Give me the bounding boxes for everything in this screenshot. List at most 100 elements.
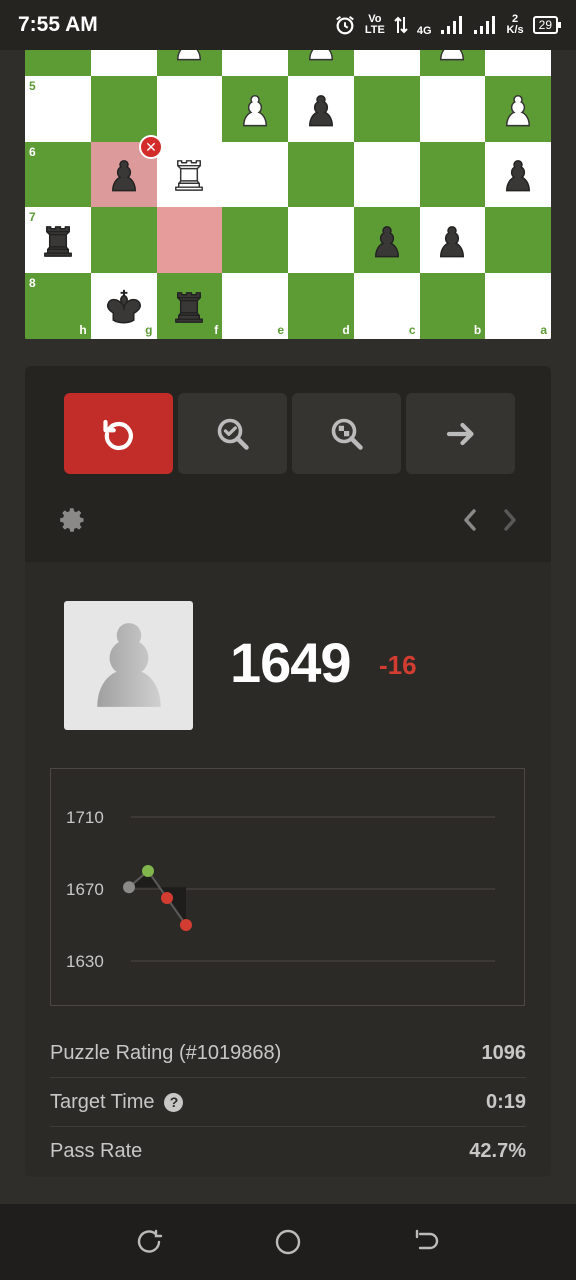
white-rook-icon[interactable]: [157, 142, 223, 208]
square[interactable]: [288, 207, 354, 273]
white-pawn-icon[interactable]: [157, 50, 223, 76]
data-transfer-icon: [394, 16, 408, 34]
stat-value: 0:19: [485, 1090, 526, 1113]
square[interactable]: [353, 75, 420, 142]
square[interactable]: 6: [25, 141, 91, 208]
recent-apps-icon[interactable]: [134, 1227, 164, 1257]
square[interactable]: b: [419, 273, 486, 339]
black-pawn-icon[interactable]: [288, 76, 354, 142]
hint-button[interactable]: [292, 393, 401, 474]
black-rook-icon[interactable]: [157, 273, 223, 339]
gear-icon[interactable]: [59, 506, 87, 534]
black-rook-icon[interactable]: [25, 207, 91, 273]
file-label: b: [473, 322, 482, 337]
volte-line2: LTE: [364, 24, 385, 36]
white-pawn-icon[interactable]: [420, 50, 486, 76]
stat-label: Target Time?: [50, 1090, 184, 1114]
square[interactable]: [90, 207, 157, 273]
square[interactable]: e: [222, 273, 288, 339]
net-speed-unit: K/s: [506, 24, 524, 36]
signal-icon-2: [473, 16, 495, 34]
file-label: c: [408, 322, 416, 337]
square[interactable]: [90, 75, 157, 142]
square[interactable]: [353, 141, 420, 208]
stat-label: Pass Rate: [50, 1140, 142, 1163]
file-label: a: [540, 322, 547, 337]
square[interactable]: d: [288, 273, 354, 339]
chart-point: [161, 892, 173, 904]
network-type: 4G: [416, 24, 432, 37]
square[interactable]: a: [485, 273, 551, 339]
chess-board[interactable]: 5 6 7 8h g f e d c b a ✕: [25, 50, 551, 341]
square[interactable]: [90, 50, 157, 76]
white-pawn-icon[interactable]: [222, 76, 288, 142]
status-icons: Vo LTE 4G 2 K/s 29: [334, 14, 562, 37]
arrow-right-icon: [446, 422, 474, 445]
stat-label: Puzzle Rating (#1019868): [50, 1042, 281, 1065]
control-buttons: [64, 393, 515, 474]
rank-label: 8: [29, 276, 36, 290]
puzzle-stats: Puzzle Rating (#1019868) 1096 Target Tim…: [50, 1029, 526, 1176]
square[interactable]: [25, 50, 91, 76]
battery-icon: 29: [532, 16, 562, 34]
signal-icon-1: [440, 16, 462, 34]
back-icon[interactable]: [412, 1227, 442, 1257]
square[interactable]: [485, 50, 551, 76]
home-icon[interactable]: [273, 1227, 303, 1257]
stat-row-pass-rate: Pass Rate 42.7%: [50, 1127, 526, 1176]
status-bar: 7:55 AM Vo LTE 4G 2 K/s 29: [0, 0, 576, 50]
chart-point: [142, 865, 154, 877]
square[interactable]: [353, 50, 420, 76]
rating-panel: 1649 -16 1710 1670 1630 Puzzle Rating (#10…: [25, 562, 551, 1177]
square[interactable]: [419, 75, 486, 142]
chevron-left-icon[interactable]: [459, 506, 481, 534]
wrong-move-icon: ✕: [139, 135, 163, 159]
stat-row-puzzle-rating: Puzzle Rating (#1019868) 1096: [50, 1029, 526, 1078]
black-pawn-icon[interactable]: [420, 207, 486, 273]
rating-chart-svg: 1710 1670 1630: [66, 808, 495, 971]
rating-chart: 1710 1670 1630: [50, 768, 525, 1006]
retry-icon: [102, 419, 133, 450]
stat-row-target-time: Target Time? 0:19: [50, 1078, 526, 1127]
white-pawn-icon[interactable]: [485, 76, 551, 142]
square[interactable]: [222, 50, 288, 76]
move-navigation: [459, 506, 521, 534]
hint-icon: [331, 418, 363, 450]
analysis-button[interactable]: [178, 393, 287, 474]
chart-tick-label: 1710: [66, 808, 104, 827]
chevron-right-icon[interactable]: [499, 506, 521, 534]
square[interactable]: [485, 207, 551, 273]
status-time: 7:55 AM: [18, 13, 98, 36]
chart-point: [123, 881, 135, 894]
next-button[interactable]: [406, 393, 515, 474]
net-speed: 2 K/s: [507, 14, 524, 36]
chart-point: [180, 919, 192, 931]
stat-value: 1096: [481, 1041, 527, 1064]
black-king-icon[interactable]: [91, 273, 157, 339]
retry-button[interactable]: [64, 393, 173, 474]
file-label: h: [79, 322, 87, 337]
square[interactable]: [156, 75, 223, 142]
square[interactable]: 8h: [25, 273, 91, 339]
square[interactable]: 5: [25, 75, 91, 142]
square[interactable]: [288, 141, 354, 208]
square[interactable]: c: [353, 273, 420, 339]
alarm-icon: [336, 15, 354, 35]
black-pawn-icon[interactable]: [485, 142, 551, 208]
file-label: d: [342, 322, 350, 337]
black-pawn-icon[interactable]: [354, 207, 420, 273]
stat-label-text: Pass Rate: [50, 1140, 143, 1162]
stat-label-text: Puzzle Rating (#1019868): [50, 1041, 282, 1064]
square-highlight[interactable]: [156, 207, 223, 273]
square[interactable]: [222, 207, 288, 273]
chart-tick-label: 1630: [66, 952, 104, 971]
square[interactable]: [419, 141, 486, 208]
white-pawn-icon[interactable]: [288, 50, 354, 76]
pawn-avatar: [64, 601, 193, 730]
rank-label: 6: [29, 144, 36, 159]
square[interactable]: [222, 141, 288, 208]
stat-label-text: Target Time: [50, 1090, 155, 1113]
help-icon[interactable]: ?: [164, 1092, 184, 1112]
stat-value: 42.7%: [469, 1140, 526, 1162]
file-label: e: [277, 322, 284, 337]
